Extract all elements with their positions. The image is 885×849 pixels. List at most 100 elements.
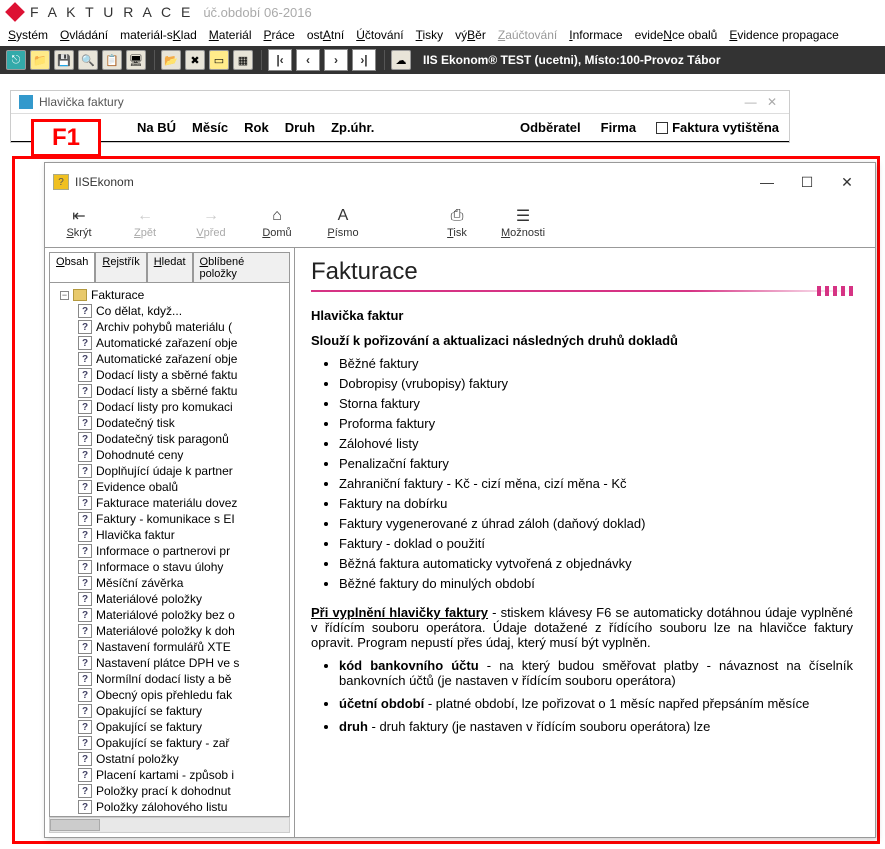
tree-item[interactable]: ?Položky zálohového listu — [78, 799, 287, 815]
tree-item[interactable]: ?Evidence obalů — [78, 479, 287, 495]
tree-root-node[interactable]: − Fakturace — [52, 287, 287, 303]
tree-item[interactable]: ?Dodací listy a sběrné faktu — [78, 367, 287, 383]
main-menu[interactable]: Systém Ovládání materiál-sKlad Materiál Prác… — [0, 24, 885, 46]
menu-informace[interactable]: Informace — [569, 28, 622, 42]
tb-clip-icon[interactable]: 📋 — [102, 50, 122, 70]
tb-exit-icon[interactable]: ⎋ — [6, 50, 26, 70]
tree-item[interactable]: ?Doplňující údaje k partner — [78, 463, 287, 479]
content-h3: Hlavička faktur — [311, 308, 853, 323]
tb-win-icon[interactable]: ▭ — [209, 50, 229, 70]
content-bullets: Běžné fakturyDobropisy (vrubopisy) faktu… — [339, 356, 853, 591]
tree-item[interactable]: ?Měsíční závěrka — [78, 575, 287, 591]
hlavicka-titlebar[interactable]: Hlavička faktury — ✕ — [11, 91, 789, 114]
domů-icon: ⌂ — [265, 205, 289, 227]
tree-item[interactable]: ?Opakující se faktury — [78, 703, 287, 719]
divider-icon — [311, 290, 853, 292]
tree-item[interactable]: ?Fakturace materiálu dovez — [78, 495, 287, 511]
bullet-item: Běžná faktura automaticky vytvořená z ob… — [339, 556, 853, 571]
tb-open-icon[interactable]: 📂 — [161, 50, 181, 70]
help-horizontal-scrollbar[interactable] — [49, 817, 290, 833]
tree-item[interactable]: ?Automatické zařazení obje — [78, 351, 287, 367]
tb-folder-icon[interactable]: 📁 — [30, 50, 50, 70]
help-title: IISEkonom — [75, 175, 134, 189]
close-icon[interactable]: ✕ — [763, 95, 781, 109]
help-tb-tisk[interactable]: ⎙Tisk — [433, 205, 481, 239]
tree-item[interactable]: ?Opakující se faktury — [78, 719, 287, 735]
tree-item[interactable]: ?Opakující se faktury - zař — [78, 735, 287, 751]
tree-item[interactable]: ?Nastavení plátce DPH ve s — [78, 655, 287, 671]
collapse-icon[interactable]: − — [60, 291, 69, 300]
bullet-item: Běžné faktury do minulých období — [339, 576, 853, 591]
tree-item[interactable]: ?Dodací listy pro komukaci — [78, 399, 287, 415]
tb-globe-icon[interactable]: ☁ — [391, 50, 411, 70]
help-tab-obsah[interactable]: Obsah — [49, 252, 95, 283]
tree-item[interactable]: ?Faktury - komunikace s EI — [78, 511, 287, 527]
toolbar-status: IIS Ekonom® TEST (ucetni), Místo:100-Pro… — [423, 53, 721, 67]
help-tree[interactable]: − Fakturace ?Co dělat, když...?Archiv po… — [49, 282, 290, 817]
help-titlebar[interactable]: ? IISEkonom — ☐ ✕ — [45, 163, 875, 201]
tb-del-icon[interactable]: ✖ — [185, 50, 205, 70]
question-icon: ? — [78, 432, 92, 446]
menu-systm[interactable]: Systém — [8, 28, 48, 42]
question-icon: ? — [78, 576, 92, 590]
tree-item[interactable]: ?Materiálové položky — [78, 591, 287, 607]
help-tb-skrýt[interactable]: ⇤Skrýt — [55, 205, 103, 239]
help-tb-možnosti[interactable]: ☰Možnosti — [499, 205, 547, 239]
tree-item[interactable]: ?Materiálové položky bez o — [78, 607, 287, 623]
help-tb-písmo[interactable]: APísmo — [319, 205, 367, 239]
tree-item[interactable]: ?Dohodnuté ceny — [78, 447, 287, 463]
bullet-item: Storna faktury — [339, 396, 853, 411]
help-tab-rejstk[interactable]: Rejstřík — [95, 252, 146, 283]
tb-grid-icon[interactable]: ▦ — [233, 50, 253, 70]
nav-next-icon[interactable]: › — [324, 49, 348, 71]
tree-item[interactable]: ?Položky prací k dohodnut — [78, 783, 287, 799]
question-icon: ? — [78, 688, 92, 702]
help-content[interactable]: Fakturace Hlavička faktur Slouží k pořiz… — [295, 248, 875, 837]
menu-ostatn[interactable]: ostAtní — [307, 28, 344, 42]
question-icon: ? — [78, 336, 92, 350]
tree-item[interactable]: ?Dodatečný tisk paragonů — [78, 431, 287, 447]
help-tab-oblbenpoloky[interactable]: Oblíbené položky — [193, 252, 290, 283]
menu-tisky[interactable]: Tisky — [416, 28, 444, 42]
tree-item[interactable]: ?Dodací listy a sběrné faktu — [78, 383, 287, 399]
tb-save-icon[interactable]: 💾 — [54, 50, 74, 70]
menu-vbr[interactable]: výBěr — [455, 28, 486, 42]
menu-materil[interactable]: Materiál — [209, 28, 252, 42]
tree-item[interactable]: ?Automatické zařazení obje — [78, 335, 287, 351]
tree-item[interactable]: ?Materiálové položky k doh — [78, 623, 287, 639]
menu-evidenceobal[interactable]: evideNce obalů — [635, 28, 718, 42]
tb-screen-icon[interactable]: 🖥 — [126, 50, 146, 70]
help-tab-hledat[interactable]: Hledat — [147, 252, 193, 283]
nav-prev-icon[interactable]: ‹ — [296, 49, 320, 71]
hlavicka-title: Hlavička faktury — [39, 95, 124, 109]
menu-materilsklad[interactable]: materiál-sKlad — [120, 28, 197, 42]
help-max-icon[interactable]: ☐ — [787, 169, 827, 195]
tree-item[interactable]: ?Obecný opis přehledu fak — [78, 687, 287, 703]
tree-item[interactable]: ?Hlavička faktur — [78, 527, 287, 543]
help-min-icon[interactable]: — — [747, 169, 787, 195]
nav-last-icon[interactable]: ›| — [352, 49, 376, 71]
tree-item[interactable]: ?Informace o stavu úlohy — [78, 559, 287, 575]
menu-evidencepropagace[interactable]: Evidence propagace — [729, 28, 838, 42]
question-icon: ? — [78, 304, 92, 318]
tree-item[interactable]: ?Archiv pohybů materiálu ( — [78, 319, 287, 335]
checkbox-box-icon[interactable] — [656, 122, 668, 134]
tree-item[interactable]: ?Normílní dodací listy a bě — [78, 671, 287, 687]
menu-ovldn[interactable]: Ovládání — [60, 28, 108, 42]
help-tb-domů[interactable]: ⌂Domů — [253, 205, 301, 239]
tree-item[interactable]: ?Placení kartami - způsob i — [78, 767, 287, 783]
tree-item[interactable]: ?Ostatní položky — [78, 751, 287, 767]
checkbox-faktura-vytistena[interactable]: Faktura vytištěna — [656, 120, 779, 135]
menu-prce[interactable]: Práce — [263, 28, 294, 42]
question-icon: ? — [78, 784, 92, 798]
tree-item[interactable]: ?Dodatečný tisk — [78, 415, 287, 431]
tree-item[interactable]: ?Nastavení formulářů XTE — [78, 639, 287, 655]
nav-first-icon[interactable]: |‹ — [268, 49, 292, 71]
tb-search-icon[interactable]: 🔍 — [78, 50, 98, 70]
help-close-icon[interactable]: ✕ — [827, 169, 867, 195]
tree-item[interactable]: ?Informace o partnerovi pr — [78, 543, 287, 559]
menu-tovn[interactable]: Účtování — [356, 28, 403, 42]
help-tabs[interactable]: ObsahRejstříkHledatOblíbené položky — [49, 252, 290, 283]
tree-item[interactable]: ?Co dělat, když... — [78, 303, 287, 319]
min-icon[interactable]: — — [742, 95, 760, 109]
